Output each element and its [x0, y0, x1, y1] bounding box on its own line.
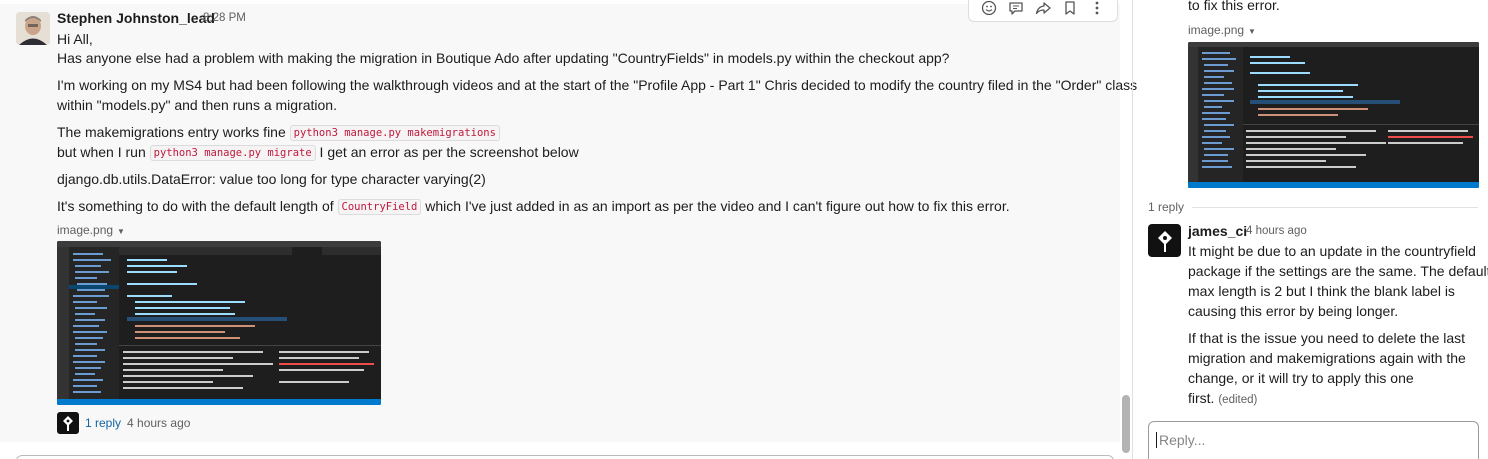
more-icon[interactable]	[1086, 0, 1108, 19]
message-line: django.db.utils.DataError: value too lon…	[57, 171, 486, 187]
reply-line: first. (edited)	[1188, 388, 1257, 410]
thread-replies-summary[interactable]: 1 reply 4 hours ago	[57, 412, 190, 434]
emoji-reaction-icon[interactable]	[978, 0, 1000, 19]
inline-code: CountryField	[337, 199, 422, 215]
attachment-name: image.png	[1188, 23, 1245, 37]
reply-timestamp[interactable]: 4 hours ago	[1246, 225, 1307, 237]
replies-divider: 1 reply	[1148, 200, 1478, 214]
message-line: It's something to do with the default le…	[57, 197, 1010, 216]
message-text: I get an error as per the screenshot bel…	[315, 144, 579, 160]
parent-message-text: to fix this error.	[1188, 0, 1280, 13]
reply-line: If that is the issue you need to delete …	[1188, 330, 1466, 346]
message-line: Has anyone else had a problem with makin…	[57, 50, 950, 66]
reply-text: first.	[1188, 390, 1215, 406]
reply-line: max length is 2 but I think the blank la…	[1188, 283, 1455, 299]
replies-count-label: 1 reply	[1148, 200, 1185, 214]
message-actions-toolbar	[968, 0, 1118, 22]
message-timestamp[interactable]: 8:28 PM	[203, 12, 246, 24]
attachment-label[interactable]: image.png ▼	[57, 223, 125, 237]
reply-line: It might be due to an update in the coun…	[1188, 243, 1476, 259]
message-line: I'm working on my MS4 but had been follo…	[57, 77, 1138, 93]
message-line: within "models.py" and then runs a migra…	[57, 97, 337, 113]
attachment-label[interactable]: image.png ▼	[1188, 23, 1256, 37]
scrollbar[interactable]	[1122, 395, 1130, 453]
bookmark-icon[interactable]	[1059, 0, 1081, 19]
message-text: which I've just added in as an import as…	[421, 198, 1010, 214]
last-reply-time: 4 hours ago	[127, 416, 191, 430]
avatar[interactable]	[1148, 224, 1181, 257]
message-text: but when I run	[57, 144, 150, 160]
chevron-down-icon[interactable]: ▼	[1248, 27, 1256, 36]
message-line: but when I run python3 manage.py migrate…	[57, 143, 579, 162]
reply-input[interactable]	[1156, 432, 1471, 448]
message-line: Hi All,	[57, 31, 93, 47]
attachment-image[interactable]	[57, 241, 381, 405]
thread-pane: to fix this error. image.png ▼ 1 reply j…	[1133, 0, 1488, 459]
message-pane: Stephen Johnston_lead 8:28 PM Hi All, Ha…	[0, 0, 1137, 459]
avatar	[57, 412, 79, 434]
message-author[interactable]: Stephen Johnston_lead	[57, 10, 215, 26]
edited-label: (edited)	[1218, 394, 1258, 406]
reply-count-link[interactable]: 1 reply	[85, 416, 121, 430]
reply-composer[interactable]	[1148, 421, 1479, 459]
reply-line: causing this error by being longer.	[1188, 303, 1399, 319]
divider-line	[1192, 206, 1478, 208]
inline-code: python3 manage.py migrate	[149, 145, 316, 161]
share-icon[interactable]	[1032, 0, 1054, 19]
message-text: It's something to do with the default le…	[57, 198, 338, 214]
attachment-name: image.png	[57, 223, 114, 237]
reply-line: migration and makemigrations again with …	[1188, 350, 1466, 366]
chevron-down-icon[interactable]: ▼	[117, 227, 125, 236]
reply-thread-icon[interactable]	[1005, 0, 1027, 19]
inline-code: python3 manage.py makemigrations	[289, 125, 500, 141]
message-composer[interactable]	[16, 455, 1114, 459]
message-text: The makemigrations entry works fine	[57, 124, 290, 140]
reply-line: package if the settings are the same. Th…	[1188, 263, 1488, 279]
reply-author[interactable]: james_ci	[1188, 223, 1247, 239]
avatar[interactable]	[16, 12, 50, 45]
attachment-image[interactable]	[1188, 42, 1479, 188]
message-line: The makemigrations entry works fine pyth…	[57, 123, 500, 142]
reply-line: change, or it will try to apply this one	[1188, 370, 1414, 386]
